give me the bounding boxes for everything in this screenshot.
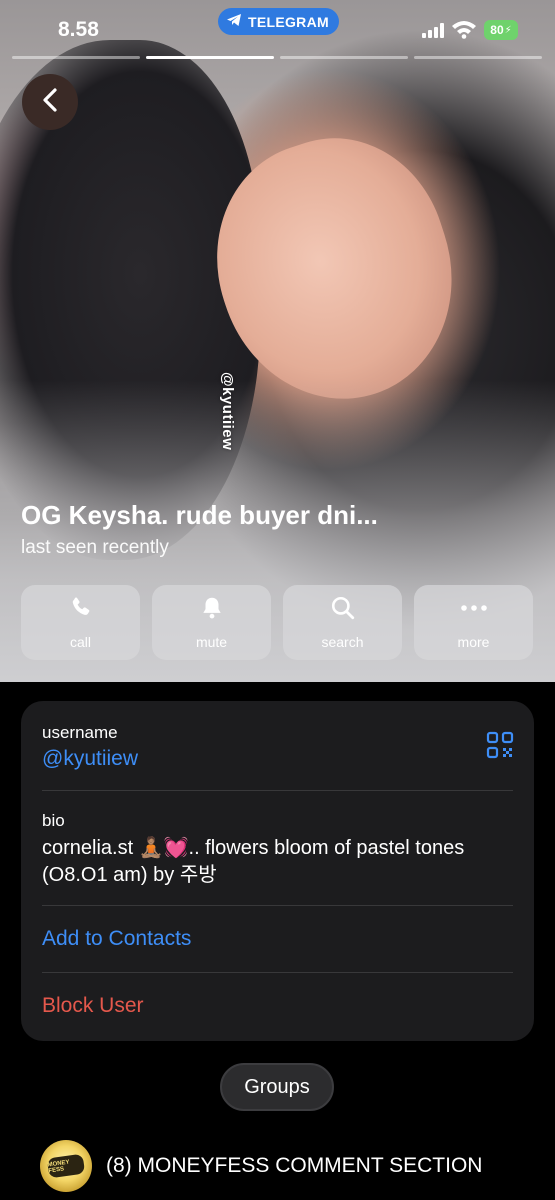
mute-button[interactable]: mute <box>152 585 271 660</box>
divider <box>42 790 513 791</box>
more-button[interactable]: more <box>414 585 533 660</box>
back-button[interactable] <box>22 74 78 130</box>
telegram-pill-label: TELEGRAM <box>248 13 329 30</box>
bio-label: bio <box>42 811 65 830</box>
profile-actions: call mute search more <box>21 585 534 660</box>
wifi-icon <box>451 19 477 44</box>
call-label: call <box>69 634 91 650</box>
mute-label: mute <box>195 634 228 650</box>
divider <box>42 905 513 906</box>
photo-watermark: @kyutiiew <box>219 372 236 451</box>
block-user-button[interactable]: Block User <box>42 994 144 1018</box>
search-icon <box>330 595 356 626</box>
charging-bolt-icon: ⚡ <box>504 24 512 36</box>
add-to-contacts-button[interactable]: Add to Contacts <box>42 927 191 951</box>
profile-name: OG Keysha. rude buyer dni... <box>21 500 378 530</box>
photo-progress-segment <box>146 56 274 59</box>
tab-groups[interactable]: Groups <box>220 1063 334 1111</box>
telegram-pill[interactable]: TELEGRAM <box>218 8 339 35</box>
phone-icon <box>68 595 94 626</box>
photo-progress-segment <box>414 56 542 59</box>
group-list-item[interactable]: MONEY FESS (8) MONEYFESS COMMENT SECTION <box>40 1140 482 1192</box>
call-button[interactable]: call <box>21 585 140 660</box>
chevron-left-icon <box>41 87 59 118</box>
group-avatar: MONEY FESS <box>40 1140 92 1192</box>
photo-progress-segment <box>280 56 408 59</box>
qr-code-icon[interactable] <box>486 731 514 764</box>
more-icon <box>459 595 489 626</box>
divider <box>42 972 513 973</box>
profile-info-card: username @kyutiiew bio cornelia.st 🧘🏽💓..… <box>21 701 534 1041</box>
username-value[interactable]: @kyutiiew <box>42 747 138 771</box>
telegram-plane-icon <box>226 13 242 30</box>
group-avatar-logo: MONEY FESS <box>46 1153 86 1179</box>
last-seen-status: last seen recently <box>21 537 169 558</box>
battery-indicator: 80 ⚡ <box>484 20 518 40</box>
photo-progress-segment <box>12 56 140 59</box>
profile-photo[interactable]: @kyutiiew <box>0 0 555 682</box>
group-name: (8) MONEYFESS COMMENT SECTION <box>106 1154 483 1177</box>
search-button[interactable]: search <box>283 585 402 660</box>
status-time: 8.58 <box>58 18 99 41</box>
search-label: search <box>321 634 364 650</box>
battery-level: 80 <box>490 23 504 37</box>
bio-value: cornelia.st 🧘🏽💓.. flowers bloom of paste… <box>42 837 465 886</box>
more-label: more <box>457 634 490 650</box>
cellular-signal-icon <box>422 22 444 38</box>
bell-icon <box>199 595 225 626</box>
photo-progress-bars <box>12 56 542 59</box>
username-label: username <box>42 723 118 742</box>
